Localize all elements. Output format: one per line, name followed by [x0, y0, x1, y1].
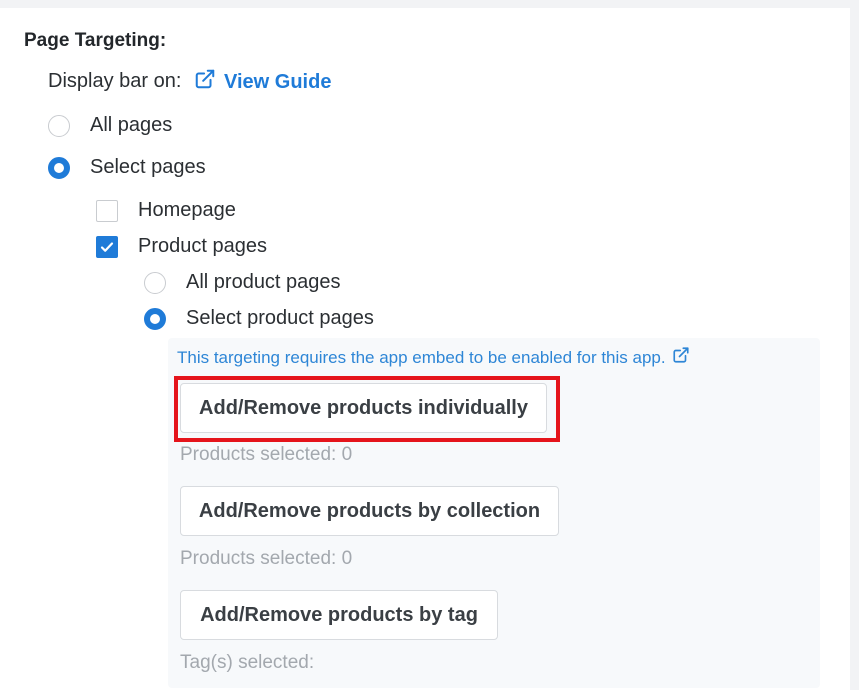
- radio-all-product-pages[interactable]: All product pages: [144, 271, 341, 294]
- radio-select-pages-label: Select pages: [90, 156, 206, 178]
- checkbox-box[interactable]: [96, 199, 118, 222]
- highlight-box: [174, 376, 560, 442]
- section-title: Page Targeting:: [24, 30, 167, 51]
- radio-all-product-pages-label: All product pages: [186, 271, 341, 293]
- app-embed-note[interactable]: This targeting requires the app embed to…: [177, 346, 690, 369]
- checkbox-box-checked[interactable]: [96, 235, 118, 258]
- display-bar-label: Display bar on:: [48, 70, 182, 92]
- view-guide-label: View Guide: [224, 70, 332, 93]
- checkbox-homepage[interactable]: Homepage: [96, 199, 236, 222]
- app-embed-note-text: This targeting requires the app embed to…: [177, 347, 666, 367]
- checkbox-homepage-label: Homepage: [138, 199, 236, 221]
- radio-select-product-pages[interactable]: Select product pages: [144, 307, 374, 330]
- radio-select-product-pages-label: Select product pages: [186, 307, 374, 329]
- add-remove-by-collection-button[interactable]: Add/Remove products by collection: [180, 486, 559, 536]
- checkbox-product-pages[interactable]: Product pages: [96, 235, 267, 258]
- view-guide-link[interactable]: View Guide: [194, 68, 331, 96]
- radio-all-pages[interactable]: All pages: [48, 114, 172, 137]
- radio-circle-selected[interactable]: [144, 307, 166, 330]
- page-targeting-card: Page Targeting: Display bar on: View Gui…: [0, 8, 850, 690]
- checkmark-icon: [100, 241, 114, 252]
- individually-count: Products selected: 0: [180, 444, 353, 465]
- radio-circle-selected[interactable]: [48, 156, 70, 179]
- external-link-icon[interactable]: [672, 346, 690, 369]
- radio-all-pages-label: All pages: [90, 114, 173, 136]
- tag-count: Tag(s) selected:: [180, 652, 315, 673]
- radio-circle[interactable]: [48, 114, 70, 137]
- checkbox-product-pages-label: Product pages: [138, 235, 267, 257]
- collection-count: Products selected: 0: [180, 548, 353, 569]
- radio-circle[interactable]: [144, 271, 166, 294]
- external-link-icon: [194, 68, 216, 96]
- radio-select-pages[interactable]: Select pages: [48, 156, 206, 179]
- add-remove-by-tag-button[interactable]: Add/Remove products by tag: [180, 590, 498, 640]
